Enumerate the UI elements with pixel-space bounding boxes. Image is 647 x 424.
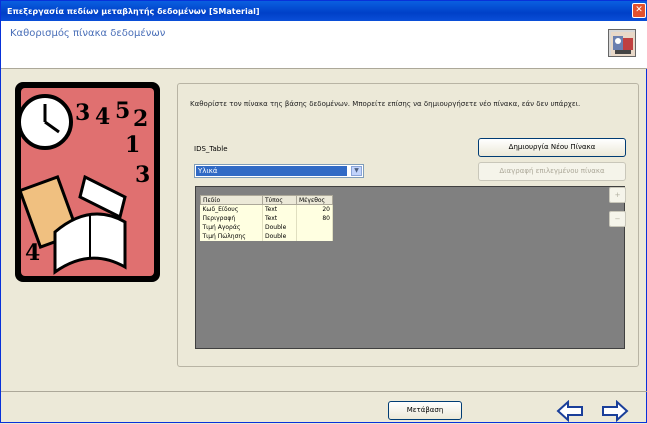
field-size <box>296 222 333 232</box>
window-title: Επεξεργασία πεδίων μεταβλητής δεδομένων … <box>7 6 260 16</box>
field-name: Κωδ_Είδους <box>200 204 263 214</box>
footer-divider <box>1 391 647 392</box>
next-button[interactable]: Μετάβαση <box>388 401 462 420</box>
column-header[interactable]: Τύπος <box>262 195 297 205</box>
svg-text:3: 3 <box>75 100 90 126</box>
field-name: Τιμή Πώλησης <box>200 231 263 241</box>
field-type: Text <box>262 213 297 223</box>
add-field-button[interactable]: + <box>609 187 626 203</box>
field-size: 80 <box>296 213 333 223</box>
wizard-window: Επεξεργασία πεδίων μεταβλητής δεδομένων … <box>0 0 647 423</box>
svg-text:2: 2 <box>133 106 148 132</box>
field-size <box>296 231 333 241</box>
svg-text:1: 1 <box>125 132 140 158</box>
field-type: Text <box>262 204 297 214</box>
svg-text:3: 3 <box>135 162 150 188</box>
chevron-down-icon[interactable]: ▼ <box>351 166 362 176</box>
field-name: Τιμή Αγοράς <box>200 222 263 232</box>
instructions-text: Καθορίστε τον πίνακα της βάσης δεδομένων… <box>190 100 581 108</box>
remove-field-button[interactable]: − <box>609 211 626 227</box>
create-table-button[interactable]: Δημιουργία Νέου Πίνακα <box>478 138 626 157</box>
table-row[interactable]: Κωδ_Είδους Text 20 <box>200 204 333 214</box>
table-row[interactable]: Περιγραφή Text 80 <box>200 213 333 223</box>
forward-arrow-icon[interactable] <box>601 399 629 423</box>
fields-table: Πεδίο Τύπος Μέγεθος Κωδ_Είδους Text 20 Π… <box>200 195 333 241</box>
table-label: IDS_Table <box>194 145 228 153</box>
column-header[interactable]: Πεδίο <box>200 195 263 205</box>
table-select-value: Υλικά <box>196 166 347 176</box>
wizard-logo-icon <box>608 29 636 57</box>
page-title: Καθορισμός πίνακα δεδομένων <box>10 28 166 39</box>
field-type: Double <box>262 222 297 232</box>
delete-table-button[interactable]: Διαγραφή επιλεγμένου πίνακα <box>478 162 626 181</box>
svg-text:5: 5 <box>115 98 130 124</box>
back-arrow-icon[interactable] <box>556 399 584 423</box>
field-name: Περιγραφή <box>200 213 263 223</box>
table-select[interactable]: Υλικά ▼ <box>194 164 364 178</box>
column-header[interactable]: Μέγεθος <box>296 195 333 205</box>
decorative-clipart: 234 521 834 <box>15 82 160 282</box>
field-type: Double <box>262 231 297 241</box>
close-button[interactable]: ✕ <box>632 3 646 18</box>
table-row[interactable]: Τιμή Αγοράς Double <box>200 222 333 232</box>
title-bar: Επεξεργασία πεδίων μεταβλητής δεδομένων … <box>1 1 647 21</box>
table-row[interactable]: Τιμή Πώλησης Double <box>200 231 333 241</box>
svg-text:4: 4 <box>95 104 110 130</box>
field-size: 20 <box>296 204 333 214</box>
